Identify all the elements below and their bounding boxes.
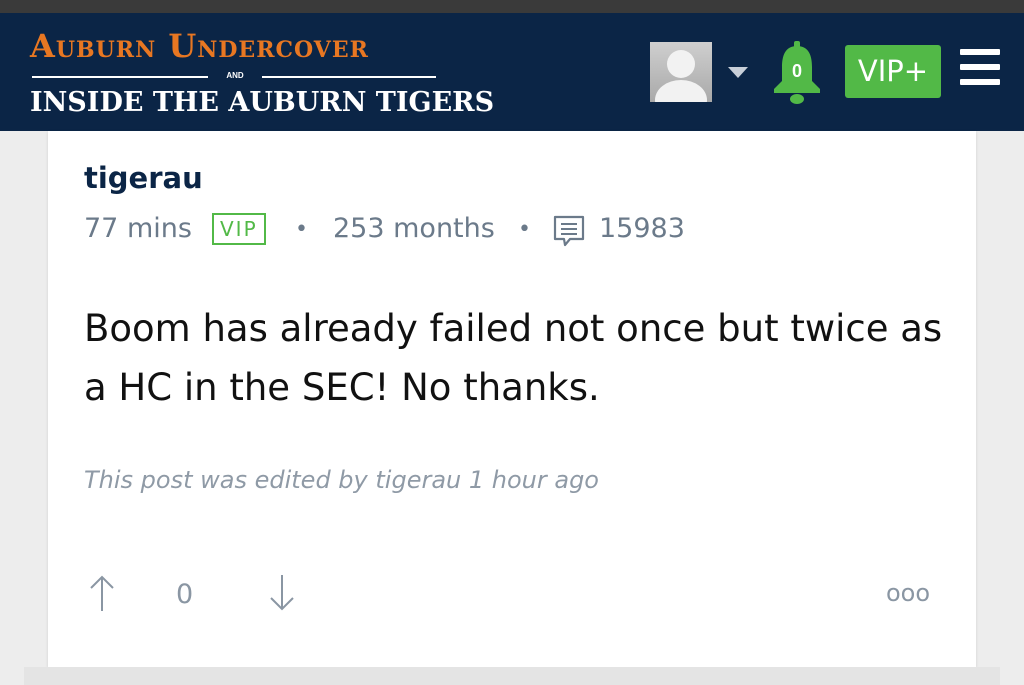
edited-note: This post was edited by tigerau 1 hour a… — [84, 466, 599, 494]
member-duration: 253 months — [333, 213, 495, 244]
logo-title: Auburn Undercover — [30, 27, 369, 65]
menu-bar — [960, 49, 1000, 55]
hamburger-menu-icon[interactable] — [960, 49, 1000, 89]
arrow-up-icon — [90, 575, 114, 611]
logo-rule — [32, 76, 208, 78]
downvote-button[interactable] — [268, 573, 296, 613]
logo-rule — [262, 76, 436, 78]
site-logo[interactable]: Auburn Undercover AND INSIDE THE AUBURN … — [30, 27, 495, 118]
site-header: Auburn Undercover AND INSIDE THE AUBURN … — [0, 13, 1024, 131]
vip-badge: VIP — [212, 213, 266, 245]
post-meta: 77 mins VIP • 253 months • 15983 — [84, 213, 944, 247]
vote-count: 0 — [176, 579, 194, 610]
upvote-button[interactable] — [88, 573, 116, 613]
post-card: tigerau 77 mins VIP • 253 months • 15983… — [48, 131, 976, 667]
notifications-button[interactable]: 0 — [770, 41, 824, 105]
chevron-down-icon[interactable] — [728, 67, 748, 78]
menu-bar — [960, 79, 1000, 85]
post-author[interactable]: tigerau — [84, 161, 203, 195]
logo-subtitle: INSIDE THE AUBURN TIGERS — [30, 87, 495, 118]
vip-plus-button[interactable]: VIP+ — [845, 45, 941, 98]
avatar-shoulders — [655, 80, 707, 102]
next-post-edge — [24, 667, 1000, 685]
logo-and: AND — [226, 71, 244, 80]
more-options-button[interactable]: ooo — [886, 579, 930, 607]
avatar-head — [667, 50, 695, 78]
comment-icon — [552, 215, 586, 254]
user-avatar[interactable] — [650, 42, 712, 102]
status-strip — [0, 0, 1024, 13]
notification-count: 0 — [791, 61, 802, 81]
menu-bar — [960, 64, 1000, 70]
post-count: 15983 — [599, 213, 685, 244]
arrow-down-icon — [270, 575, 294, 611]
separator-dot: • — [518, 217, 531, 242]
post-time[interactable]: 77 mins — [84, 213, 192, 244]
post-body: Boom has already failed not once but twi… — [84, 307, 943, 409]
separator-dot: • — [295, 217, 308, 242]
